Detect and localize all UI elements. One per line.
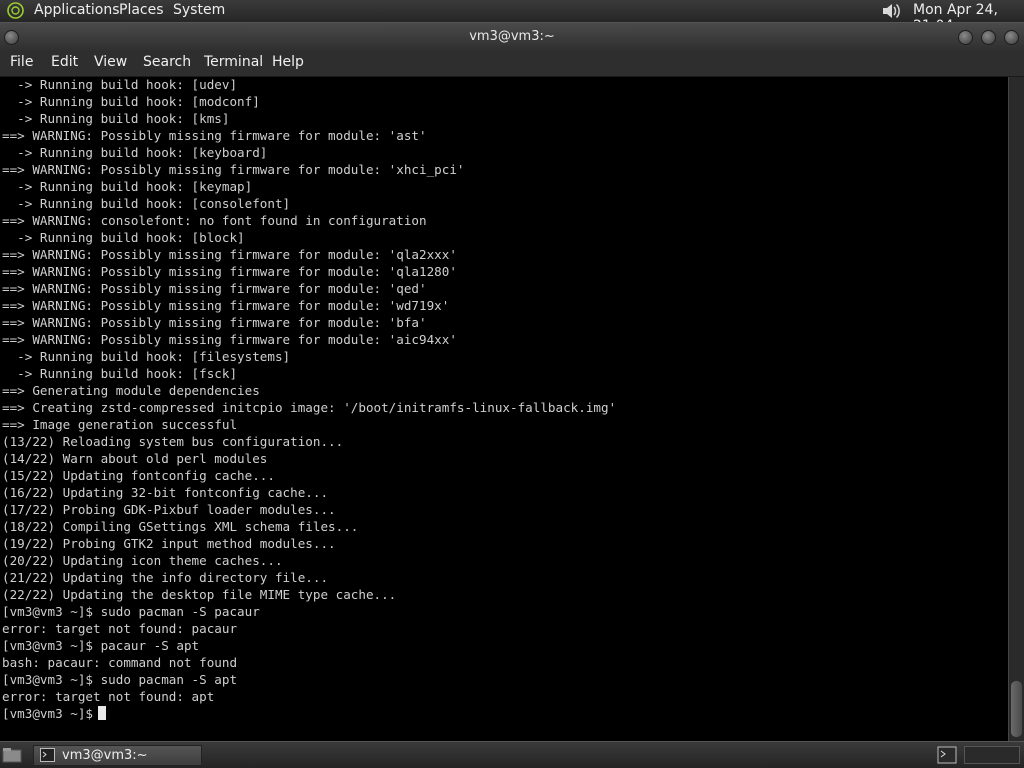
terminal-line: -> Running build hook: [modconf] — [2, 94, 260, 109]
terminal-line: (16/22) Updating 32-bit fontconfig cache… — [2, 485, 329, 500]
terminal-line: (18/22) Compiling GSettings XML schema f… — [2, 519, 359, 534]
text-cursor — [98, 706, 106, 720]
taskbar-window-label: vm3@vm3:~ — [62, 748, 148, 763]
terminal-line: [vm3@vm3 ~]$ pacaur -S apt — [2, 638, 200, 653]
bottom-panel: vm3@vm3:~ — [0, 741, 1024, 768]
terminal-line: -> Running build hook: [filesystems] — [2, 349, 291, 364]
terminal-line: -> Running build hook: [udev] — [2, 77, 238, 92]
show-desktop-icon[interactable] — [2, 746, 22, 764]
terminal-line: -> Running build hook: [block] — [2, 230, 245, 245]
terminal-line: [vm3@vm3 ~]$ sudo pacman -S pacaur — [2, 604, 260, 619]
places-menu[interactable]: Places — [119, 2, 164, 18]
menu-search[interactable]: Search — [143, 54, 191, 70]
terminal-output[interactable]: -> Running build hook: [udev] -> Running… — [0, 77, 1008, 741]
terminal-line: (22/22) Updating the desktop file MIME t… — [2, 587, 397, 602]
distro-logo-icon[interactable] — [7, 2, 24, 19]
terminal-line: ==> Generating module dependencies — [2, 383, 260, 398]
top-panel: Applications Places System Mon Apr 24, 2… — [0, 0, 1024, 34]
workspace-switcher[interactable] — [964, 746, 1020, 764]
terminal-line: ==> WARNING: Possibly missing firmware f… — [2, 264, 457, 279]
terminal-line: ==> WARNING: Possibly missing firmware f… — [2, 315, 427, 330]
terminal-line: (17/22) Probing GDK-Pixbuf loader module… — [2, 502, 336, 517]
vertical-scrollbar[interactable] — [1008, 77, 1024, 741]
system-menu[interactable]: System — [173, 2, 225, 18]
terminal-line: bash: pacaur: command not found — [2, 655, 238, 670]
terminal-line: ==> WARNING: Possibly missing firmware f… — [2, 298, 450, 313]
maximize-button[interactable] — [981, 30, 996, 45]
taskbar-window-button[interactable]: vm3@vm3:~ — [33, 745, 202, 766]
minimize-button[interactable] — [958, 30, 973, 45]
applications-menu[interactable]: Applications — [34, 2, 120, 18]
menu-terminal[interactable]: Terminal — [204, 54, 263, 70]
window-titlebar[interactable]: vm3@vm3:~ — [0, 22, 1024, 51]
terminal-line: ==> WARNING: Possibly missing firmware f… — [2, 332, 457, 347]
menu-edit[interactable]: Edit — [51, 54, 78, 70]
terminal-line: [vm3@vm3 ~]$ sudo pacman -S apt — [2, 672, 238, 687]
window-title: vm3@vm3:~ — [469, 29, 555, 44]
terminal-lines: -> Running build hook: [udev] -> Running… — [2, 77, 616, 722]
terminal-line: (19/22) Probing GTK2 input method module… — [2, 536, 336, 551]
terminal-prompt: [vm3@vm3 ~]$ — [2, 706, 93, 721]
terminal-line: ==> Creating zstd-compressed initcpio im… — [2, 400, 617, 415]
terminal-line: ==> Image generation successful — [2, 417, 238, 432]
terminal-line: -> Running build hook: [keymap] — [2, 179, 253, 194]
terminal-prompt-line[interactable]: [vm3@vm3 ~]$ — [2, 705, 616, 722]
terminal-line: ==> WARNING: Possibly missing firmware f… — [2, 281, 427, 296]
menu-file[interactable]: File — [10, 54, 33, 70]
menu-help[interactable]: Help — [272, 54, 304, 70]
volume-icon[interactable] — [880, 1, 902, 21]
terminal-line: ==> WARNING: Possibly missing firmware f… — [2, 128, 427, 143]
terminal-line: (15/22) Updating fontconfig cache... — [2, 468, 275, 483]
terminal-line: error: target not found: apt — [2, 689, 215, 704]
terminal-icon[interactable] — [937, 746, 957, 764]
terminal-line: ==> WARNING: Possibly missing firmware f… — [2, 162, 465, 177]
terminal-line: -> Running build hook: [kms] — [2, 111, 230, 126]
terminal-line: error: target not found: pacaur — [2, 621, 238, 636]
terminal-line: (20/22) Updating icon theme caches... — [2, 553, 283, 568]
terminal-line: ==> WARNING: consolefont: no font found … — [2, 213, 427, 228]
terminal-menubar: File Edit View Search Terminal Help — [0, 51, 1024, 77]
terminal-line: (21/22) Updating the info directory file… — [2, 570, 329, 585]
scrollbar-thumb[interactable] — [1011, 681, 1022, 737]
terminal-line: -> Running build hook: [fsck] — [2, 366, 238, 381]
terminal-line: -> Running build hook: [consolefont] — [2, 196, 291, 211]
terminal-icon — [40, 748, 55, 762]
menu-view[interactable]: View — [94, 54, 127, 70]
terminal-line: (14/22) Warn about old perl modules — [2, 451, 268, 466]
terminal-line: (13/22) Reloading system bus configurati… — [2, 434, 344, 449]
terminal-line: ==> WARNING: Possibly missing firmware f… — [2, 247, 457, 262]
terminal-line: -> Running build hook: [keyboard] — [2, 145, 268, 160]
close-button[interactable] — [1004, 30, 1019, 45]
